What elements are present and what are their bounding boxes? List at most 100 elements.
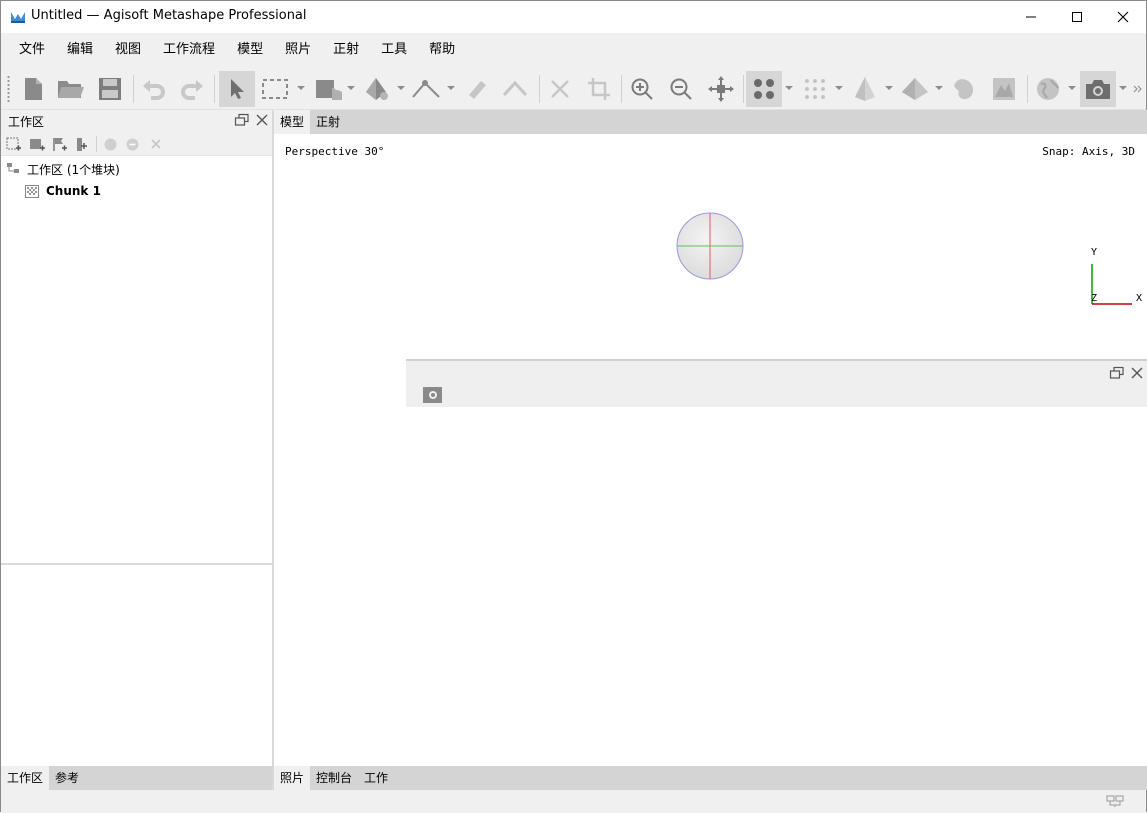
save-project-button[interactable] (95, 74, 125, 104)
toolbar-grip[interactable] (7, 75, 10, 103)
menu-view[interactable]: 视图 (105, 33, 151, 67)
undock-photos-button[interactable] (1109, 366, 1125, 380)
tab-photos[interactable]: 照片 (274, 766, 311, 790)
menu-bar: 文件 编辑 视图 工作流程 模型 照片 正射 工具 帮助 (1, 33, 1146, 67)
status-bar (1, 790, 1146, 813)
dropdown-arrow-icon[interactable] (935, 86, 943, 90)
tiled-model-button[interactable] (949, 74, 979, 104)
navigation-tool-button[interactable] (219, 71, 255, 107)
menu-photo[interactable]: 照片 (275, 33, 321, 67)
menu-file[interactable]: 文件 (9, 33, 55, 67)
workspace-tree-icon (7, 163, 19, 173)
close-workspace-button[interactable] (255, 113, 269, 127)
remove-item-button[interactable] (150, 138, 162, 153)
axis-z-label: Z (1091, 293, 1098, 304)
tab-ortho[interactable]: 正射 (310, 110, 346, 134)
menu-edit[interactable]: 编辑 (57, 33, 103, 67)
dropdown-arrow-icon[interactable] (347, 86, 355, 90)
close-icon (1131, 367, 1143, 379)
draw-polyline-button[interactable] (411, 74, 441, 104)
photos-pane[interactable] (274, 407, 1147, 766)
tab-workspace[interactable]: 工作区 (1, 766, 50, 790)
capture-view-button[interactable] (1080, 71, 1116, 107)
zoom-out-icon (670, 78, 692, 100)
dropdown-arrow-icon[interactable] (447, 86, 455, 90)
workspace-pane-header: 工作区 (1, 110, 272, 132)
globe-icon (1037, 78, 1059, 100)
close-photos-button[interactable] (1130, 366, 1144, 380)
chunk-icon (25, 184, 39, 198)
chevron-tool-button[interactable] (500, 74, 530, 104)
metashape-logo-icon (11, 12, 25, 23)
dem-button[interactable] (989, 74, 1019, 104)
crop-selection-button[interactable] (584, 74, 614, 104)
chevron-up-icon (502, 80, 528, 97)
dot-grid-icon (805, 79, 825, 99)
minimize-button[interactable] (1008, 1, 1054, 32)
toolbar-separator (96, 136, 97, 152)
add-chunk-button[interactable] (6, 137, 21, 155)
ruler-button[interactable] (462, 74, 492, 104)
tab-model[interactable]: 模型 (274, 110, 311, 134)
tab-jobs[interactable]: 工作 (358, 766, 394, 790)
resize-region-icon (316, 80, 342, 100)
open-project-button[interactable] (56, 74, 86, 104)
dropdown-arrow-icon[interactable] (297, 86, 305, 90)
workspace-root-item[interactable]: 工作区 (1个堆块) (6, 159, 120, 179)
add-shape-icon (77, 138, 87, 151)
enable-item-button[interactable] (104, 138, 117, 154)
delete-selection-button[interactable] (545, 74, 575, 104)
trackball-sphere[interactable] (675, 211, 745, 281)
menu-ortho[interactable]: 正射 (323, 33, 369, 67)
point-cloud-button[interactable] (800, 74, 830, 104)
dense-cloud-button[interactable] (850, 74, 880, 104)
rectangle-selection-button[interactable] (260, 74, 290, 104)
rotate-object-button[interactable] (362, 74, 392, 104)
toolbar-separator (621, 75, 622, 103)
toolbar-separator (214, 75, 215, 103)
disable-item-button[interactable] (126, 138, 139, 154)
add-shape-button[interactable] (76, 137, 88, 155)
tab-console[interactable]: 控制台 (310, 766, 358, 790)
zoom-in-button[interactable] (627, 74, 657, 104)
maximize-button[interactable] (1054, 1, 1100, 32)
reset-view-icon (708, 76, 734, 102)
menu-tools[interactable]: 工具 (371, 33, 417, 67)
minimize-icon (1026, 16, 1036, 17)
tiled-model-icon (954, 79, 974, 100)
add-photos-button[interactable] (29, 137, 45, 155)
remove-x-icon (151, 139, 161, 149)
reset-view-button[interactable] (706, 74, 736, 104)
dropdown-arrow-icon[interactable] (785, 86, 793, 90)
toolbar-separator (1027, 75, 1028, 103)
dropdown-arrow-icon[interactable] (1119, 86, 1127, 90)
undo-button[interactable] (139, 74, 169, 104)
dropdown-arrow-icon[interactable] (885, 86, 893, 90)
undock-workspace-button[interactable] (234, 113, 250, 127)
axis-y-label: Y (1091, 247, 1098, 258)
dropdown-arrow-icon[interactable] (1068, 86, 1076, 90)
mesh-button[interactable] (900, 74, 930, 104)
zoom-out-button[interactable] (666, 74, 696, 104)
redo-button[interactable] (177, 74, 207, 104)
dropdown-arrow-icon[interactable] (835, 86, 843, 90)
photos-view-mode-button[interactable] (423, 387, 442, 403)
resize-region-button[interactable] (314, 74, 344, 104)
window-title: Untitled — Agisoft Metashape Professiona… (31, 8, 307, 23)
show-cameras-button[interactable] (746, 71, 782, 107)
chunk-item[interactable]: Chunk 1 (25, 181, 101, 201)
menu-model[interactable]: 模型 (227, 33, 273, 67)
four-dots-icon (754, 79, 774, 99)
menu-workflow[interactable]: 工作流程 (153, 33, 225, 67)
toolbar-overflow-button[interactable] (1131, 74, 1145, 104)
close-window-button[interactable] (1100, 1, 1146, 32)
redo-icon (181, 80, 203, 100)
menu-help[interactable]: 帮助 (419, 33, 465, 67)
tab-reference[interactable]: 参考 (49, 766, 85, 790)
add-marker-button[interactable] (52, 137, 68, 155)
new-project-button[interactable] (18, 74, 48, 104)
dropdown-arrow-icon[interactable] (397, 86, 405, 90)
delete-x-icon (551, 80, 569, 98)
orthomosaic-button[interactable] (1033, 74, 1063, 104)
model-view[interactable]: Perspective 30° Snap: Axis, 3D Y X Z (274, 134, 1147, 359)
